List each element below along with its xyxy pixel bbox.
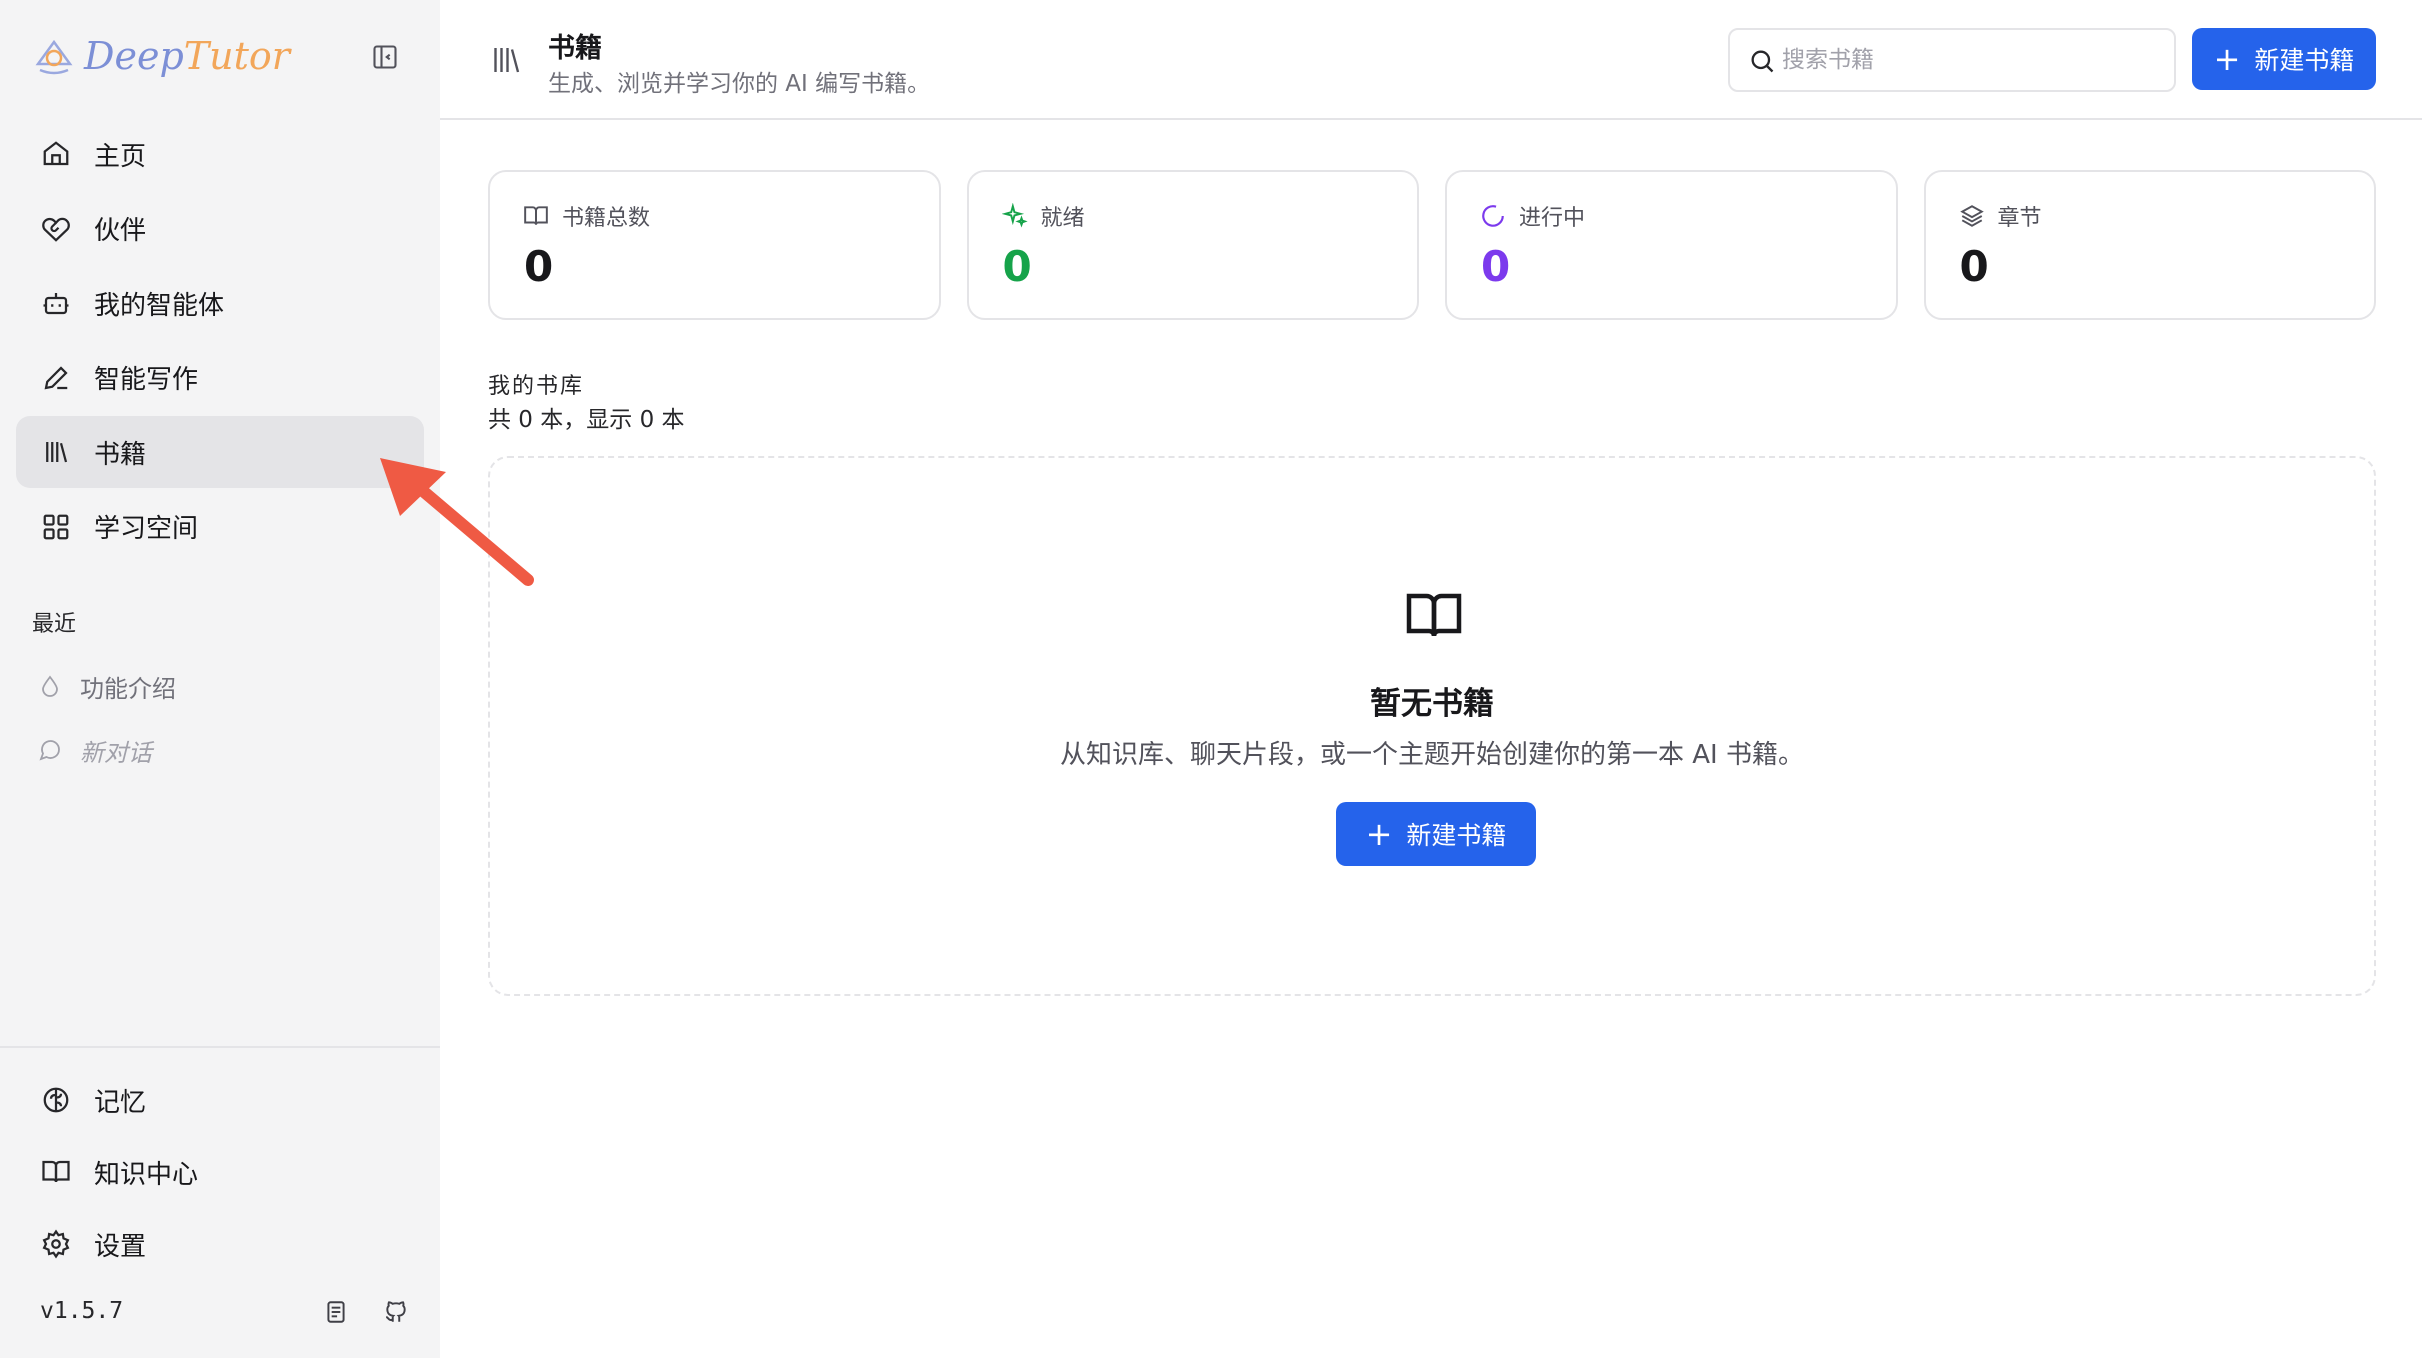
new-book-button[interactable]: + 新建书籍 [2192,28,2376,90]
stat-value: 0 [1002,242,1032,291]
sidebar-item-settings[interactable]: 设置 [16,1208,424,1280]
empty-state-button-label: 新建书籍 [1406,821,1507,850]
brain-icon [40,1084,72,1116]
stat-value: 0 [524,242,554,291]
github-icon [385,1301,406,1322]
stat-card-ready: 就绪 0 [966,170,1419,320]
sidebar-item-memory[interactable]: 记忆 [16,1064,424,1136]
sidebar-item-my-agents[interactable]: 我的智能体 [16,267,424,339]
grid-icon [40,511,72,543]
main-content: 书籍 生成、浏览并学习你的 AI 编写书籍。 + 新建书籍 书籍总数 0 [440,0,2422,1358]
stat-label: 就绪 [1040,206,1085,231]
stat-label: 书籍总数 [562,206,651,231]
sidebar-item-label: 学习空间 [94,514,199,544]
sidebar: Deep Tutor 主页 伙伴 我的智能体 智能写作 书籍 学习空间 最近 功… [0,0,440,1358]
sidebar-nav: 主页 伙伴 我的智能体 智能写作 书籍 学习空间 [16,118,424,565]
bot-icon [40,287,72,319]
docs-button[interactable] [320,1296,352,1328]
brand-name-deep: Deep [84,34,184,78]
message-icon [36,736,64,764]
page-title: 书籍 [548,33,602,64]
heart-handshake-icon [40,213,72,245]
search-box [1728,28,2176,92]
github-button[interactable] [380,1296,412,1328]
sidebar-item-partner[interactable]: 伙伴 [16,193,424,265]
panel-left-icon [373,45,397,69]
sparkles-icon [1001,202,1029,230]
sidebar-item-home[interactable]: 主页 [16,118,424,190]
sidebar-bottom-nav: 记忆 知识中心 设置 [16,1064,424,1280]
empty-state-title: 暂无书籍 [1370,686,1494,722]
library-icon [40,436,72,468]
stat-card-in-progress: 进行中 0 [1445,170,1898,320]
deeptutor-logo-icon [35,39,73,75]
recent-item-feature-intro[interactable]: 功能介绍 [36,666,176,706]
page-subtitle: 生成、浏览并学习你的 AI 编写书籍。 [548,71,931,97]
app-window: Deep Tutor 主页 伙伴 我的智能体 智能写作 书籍 学习空间 最近 功… [0,0,2422,1358]
gear-icon [40,1228,72,1260]
version-label: v1.5.7 [40,1298,124,1324]
new-book-button-label: 新建书籍 [2254,46,2355,75]
page-header: 书籍 生成、浏览并学习你的 AI 编写书籍。 + 新建书籍 [440,0,2422,120]
sidebar-item-label: 伙伴 [94,216,147,246]
sidebar-item-smart-writing[interactable]: 智能写作 [16,342,424,414]
sidebar-item-label: 我的智能体 [94,290,225,321]
droplet-icon [36,672,64,700]
brand-name-tutor: Tutor [183,34,290,78]
book-open-icon [40,1156,72,1188]
loader-icon [1479,202,1507,230]
home-icon [40,138,72,170]
stats-row: 书籍总数 0 就绪 0 进行中 0 章节 0 [488,170,2376,320]
sidebar-item-books[interactable]: 书籍 [16,416,424,488]
search-icon [1751,50,1774,73]
sidebar-divider [0,1046,440,1048]
stat-label: 章节 [1997,206,2042,231]
sidebar-item-label: 书籍 [94,439,147,470]
book-open-icon [522,202,550,230]
sidebar-item-learning-space[interactable]: 学习空间 [16,491,424,563]
recent-item-new-chat[interactable]: 新对话 [36,730,152,770]
empty-state-new-book-button[interactable]: + 新建书籍 [1336,802,1536,866]
library-title: 我的书库 [488,374,585,399]
sidebar-item-label: 知识中心 [94,1159,199,1190]
sidebar-item-label: 设置 [94,1231,147,1262]
stat-label: 进行中 [1519,206,1586,231]
stat-value: 0 [1959,242,1989,291]
empty-state-description: 从知识库、聊天片段，或一个主题开始创建你的第一本 AI 书籍。 [1060,740,1804,770]
layers-icon [1958,202,1986,230]
plus-icon: + [1365,815,1393,853]
sidebar-item-label: 智能写作 [94,365,199,395]
recent-section-title: 最近 [32,612,77,637]
plus-icon: + [2213,40,2241,78]
search-input[interactable] [1782,47,2162,73]
library-icon [494,48,520,73]
recent-item-label: 新对话 [80,738,152,767]
sidebar-collapse-button[interactable] [370,42,400,72]
sidebar-item-label: 记忆 [94,1087,147,1118]
library-count: 共 0 本，显示 0 本 [488,407,685,433]
stat-value: 0 [1481,242,1511,291]
document-icon [327,1301,345,1323]
brand-logo[interactable]: Deep Tutor [32,30,290,82]
stat-card-chapters: 章节 0 [1923,170,2376,320]
stat-card-total-books: 书籍总数 0 [488,170,941,320]
sidebar-item-knowledge-center[interactable]: 知识中心 [16,1136,424,1208]
pen-icon [40,362,72,394]
book-open-icon [1406,593,1462,637]
empty-state: 暂无书籍 从知识库、聊天片段，或一个主题开始创建你的第一本 AI 书籍。 + 新… [488,456,2376,996]
recent-item-label: 功能介绍 [80,674,176,703]
sidebar-item-label: 主页 [94,141,147,172]
